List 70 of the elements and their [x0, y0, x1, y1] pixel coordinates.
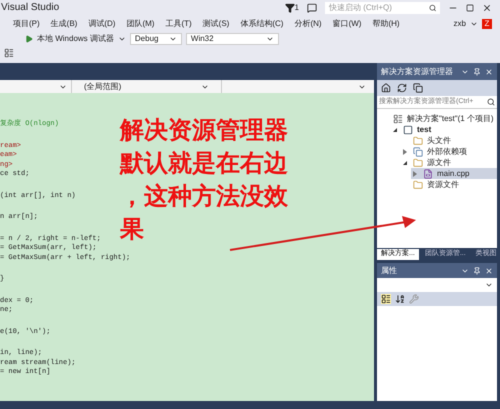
menu-item[interactable]: 项目(P) [13, 18, 40, 30]
tree-item-label: 外部依赖项 [427, 146, 467, 158]
tree-item[interactable]: 解决方案"test"(1 个项目) [381, 113, 497, 124]
toolbar-icon[interactable] [4, 48, 14, 58]
menu-item[interactable]: 调试(D) [88, 18, 116, 30]
search-icon [428, 4, 436, 12]
search-icon [487, 98, 495, 106]
menu-item[interactable]: 体系结构(C) [240, 18, 284, 30]
notification-icon[interactable] [284, 2, 295, 12]
home-icon[interactable] [381, 83, 391, 93]
user-avatar[interactable]: Z [482, 18, 492, 28]
tree-item-label: main.cpp [437, 168, 470, 180]
restore-icon[interactable] [466, 4, 474, 12]
caret-icon [266, 35, 274, 43]
platform-dropdown[interactable]: Win32 [186, 33, 279, 45]
collapsed-arrow-icon[interactable] [413, 170, 417, 176]
categorized-icon[interactable] [381, 294, 391, 304]
close-icon[interactable] [485, 68, 493, 76]
tree-item-label: test [417, 124, 432, 136]
panel-title: 解决方案资源管理器 [381, 66, 453, 78]
user-name[interactable]: zxb [454, 18, 466, 30]
collapse-all-icon[interactable] [413, 83, 423, 93]
folder-icon [413, 180, 423, 190]
pin-icon[interactable] [473, 68, 481, 76]
file-icon [423, 168, 433, 178]
annotation-text: 解决资源管理器 [120, 116, 288, 146]
notification-count: 1 [294, 2, 299, 14]
menu-item[interactable]: 窗口(W) [332, 18, 362, 30]
caret-icon [168, 35, 177, 43]
refresh-icon[interactable] [397, 83, 407, 93]
folder-icon [413, 158, 423, 168]
collapsed-arrow-icon[interactable] [403, 148, 407, 154]
configuration-dropdown[interactable]: Debug [130, 33, 182, 45]
tree-item[interactable]: 外部依赖项 [401, 146, 497, 157]
menu-item[interactable]: 工具(T) [165, 18, 192, 30]
menu-item[interactable]: 帮助(H) [372, 18, 400, 30]
folder-icon [413, 136, 423, 146]
annotation-text: 果 [120, 215, 144, 245]
project-icon [403, 124, 413, 134]
menu-item[interactable]: 生成(B) [50, 18, 78, 30]
sort-icon[interactable] [395, 294, 405, 304]
annotation-text: ，这种方法没效 [120, 182, 288, 212]
tree-item[interactable]: main.cpp [411, 168, 497, 179]
expanded-arrow-icon[interactable] [393, 128, 397, 132]
caret-icon [118, 35, 126, 43]
panel-title: 属性 [381, 264, 397, 276]
tree-item[interactable]: 资源文件 [401, 179, 497, 190]
annotation-text: 默认就是在右边 [120, 149, 288, 179]
pin-icon[interactable] [473, 266, 481, 274]
tree-item-label: 头文件 [427, 134, 451, 146]
close-icon[interactable] [482, 2, 492, 12]
expanded-arrow-icon[interactable] [403, 160, 407, 164]
tree-item-label: 源文件 [427, 156, 451, 168]
references-icon [413, 146, 423, 156]
tree-item-label: 解决方案"test"(1 个项目) [407, 112, 494, 124]
caret-icon [485, 281, 493, 289]
window-title: Visual Studio [0, 1, 60, 15]
solution-icon [393, 114, 403, 124]
play-icon [25, 35, 33, 43]
quick-launch-field[interactable]: 快速启动 (Ctrl+Q) [325, 2, 440, 14]
tree-item[interactable]: 头文件 [401, 135, 497, 146]
start-debugging-button[interactable]: 本地 Windows 调试器 [25, 33, 126, 45]
tree-item-label: 资源文件 [427, 178, 459, 190]
feedback-icon[interactable] [307, 2, 317, 12]
menu-item[interactable]: 分析(N) [294, 18, 322, 30]
menu-item[interactable]: 测试(S) [202, 18, 230, 30]
menu-item[interactable]: 团队(M) [126, 18, 154, 30]
close-icon[interactable] [485, 266, 493, 274]
code-editor[interactable] [0, 93, 374, 401]
tree-item[interactable]: test [391, 124, 497, 135]
